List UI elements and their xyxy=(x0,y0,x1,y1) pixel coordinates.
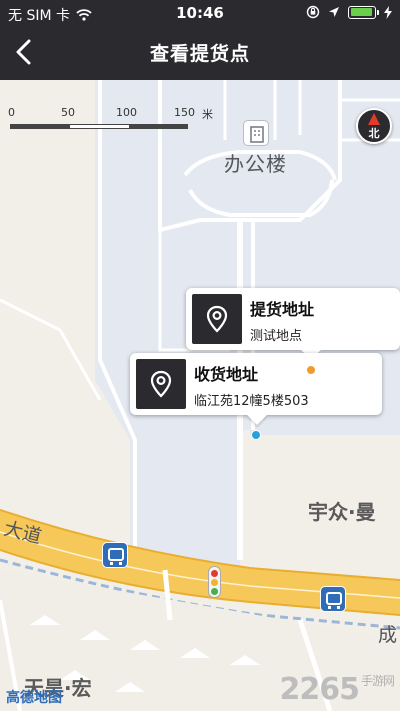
delivery-title: 收货地址 xyxy=(194,365,259,384)
delivery-marker[interactable] xyxy=(251,430,261,440)
delivery-callout[interactable]: 收货地址 临江苑12幢5楼503 xyxy=(130,353,382,425)
pickup-address: 测试地点 xyxy=(250,329,303,344)
bus-stop-icon[interactable] xyxy=(320,586,346,612)
lock-rotation-icon xyxy=(306,5,320,19)
bottom-right-road-label: 成 xyxy=(378,624,398,646)
scale-tick: 0 xyxy=(8,106,15,119)
right-poi-label: 宇众·曼 xyxy=(308,500,376,524)
scale-unit: 米 xyxy=(202,108,213,121)
office-label: 办公楼 xyxy=(224,152,287,176)
poi-office[interactable]: 办公楼 xyxy=(224,120,287,177)
compass-north-label: 北 xyxy=(368,127,380,140)
scale-tick: 50 xyxy=(61,106,75,119)
nav-bar: 查看提货点 xyxy=(0,26,400,80)
map-provider-logo: 高德地图 xyxy=(6,690,62,706)
scale-bar: 0 50 100 150 米 xyxy=(8,106,213,136)
office-building-icon xyxy=(242,120,269,146)
scale-tick: 100 xyxy=(116,106,137,119)
charging-bolt-icon xyxy=(384,5,392,19)
scale-tick: 150 xyxy=(174,106,195,119)
location-pin-icon xyxy=(206,305,228,333)
location-pin-icon xyxy=(150,370,172,398)
traffic-light-icon xyxy=(208,566,221,598)
pickup-callout[interactable]: 提货地址 测试地点 xyxy=(186,288,400,360)
delivery-address: 临江苑12幢5楼503 xyxy=(194,394,309,409)
site-watermark: 2265 手游网 xyxy=(279,672,395,707)
pickup-marker[interactable] xyxy=(306,365,316,375)
map-view[interactable]: 0 50 100 150 米 北 办公楼 提货地址 测试地点 收货地址 临江苑1… xyxy=(0,80,400,711)
compass-icon[interactable]: 北 xyxy=(356,108,392,144)
location-arrow-icon xyxy=(329,7,339,17)
bus-stop-icon[interactable] xyxy=(102,542,128,568)
page-title: 查看提货点 xyxy=(149,43,250,65)
battery-icon xyxy=(348,5,379,19)
pickup-title: 提货地址 xyxy=(250,300,315,319)
top-bar: 无 SIM 卡 10:46 查看提货点 xyxy=(0,0,400,80)
status-bar: 无 SIM 卡 10:46 xyxy=(0,0,400,26)
